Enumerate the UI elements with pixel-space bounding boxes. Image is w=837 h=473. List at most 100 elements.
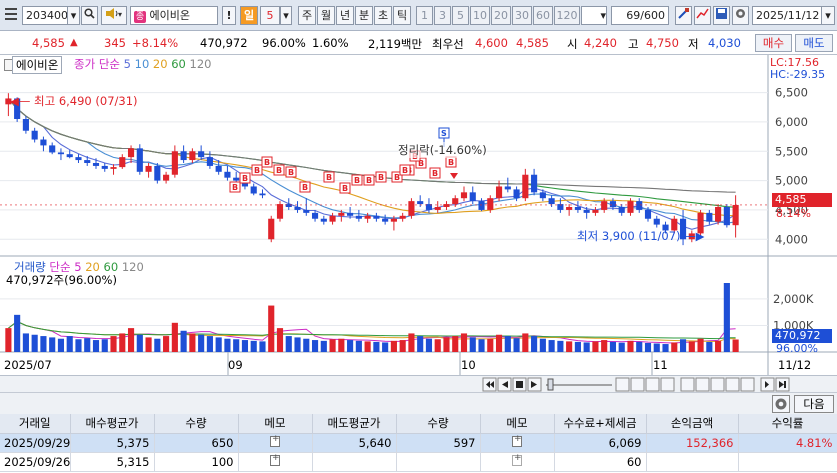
date-field[interactable]: 2025/11/12 — [752, 6, 822, 25]
volume-bar — [276, 328, 284, 352]
col-sell-qty: 수량 — [396, 414, 481, 434]
candle-body — [636, 201, 643, 210]
volume-bar — [574, 341, 581, 352]
stop-icon[interactable] — [512, 377, 527, 392]
col-return: 수익률 — [738, 414, 837, 434]
volume-ratio: 96.00% — [262, 36, 306, 50]
x-label-sep: 09 — [228, 358, 243, 372]
candle-body — [653, 218, 660, 225]
table-row[interactable]: 2025/09/26 5,315 100 60 — [0, 452, 837, 472]
trade-date: 2025/09/26 — [0, 452, 71, 472]
zoom-icons[interactable] — [615, 377, 755, 392]
volume-bar — [303, 338, 310, 352]
volume-bar — [259, 341, 266, 352]
candle-body — [329, 215, 336, 222]
period-week-button[interactable]: 주 — [298, 6, 316, 25]
buy-marker-glyph: B — [264, 158, 270, 167]
scroll-prev-icon[interactable] — [497, 377, 512, 392]
hc-indicator: HC:-29.35 — [770, 68, 826, 81]
candle-body — [163, 174, 170, 181]
settings-gear-icon[interactable] — [772, 395, 790, 413]
candle-body — [495, 186, 503, 199]
volume-bar — [338, 338, 345, 352]
candle-body — [460, 192, 468, 199]
chart-type-icon[interactable] — [694, 6, 711, 25]
tools-icon[interactable] — [675, 6, 692, 25]
scroll-next-icon[interactable] — [527, 377, 542, 392]
low-annotation: 최저 3,900 (11/07) —▶ — [577, 229, 705, 243]
volume-bar — [583, 342, 590, 352]
stock-name-field[interactable]: 종 에이비온 — [130, 6, 218, 25]
candle-body — [22, 119, 29, 131]
next-button[interactable]: 다음 — [794, 395, 834, 413]
calendar-dropdown[interactable]: ▾ — [821, 6, 835, 25]
memo-icon[interactable] — [512, 453, 522, 466]
stock-code-input[interactable]: 203400 — [22, 6, 68, 25]
minute-60-button[interactable]: 60 — [533, 6, 553, 25]
buy-button[interactable]: 매수 — [755, 34, 792, 52]
gear-icon[interactable] — [732, 6, 749, 25]
minute-1-button[interactable]: 1 — [416, 6, 433, 25]
chart-navigation — [0, 375, 837, 392]
period-dropdown[interactable]: ▾ — [280, 6, 292, 25]
blank-combo[interactable]: ▾ — [581, 6, 607, 25]
col-trade-date: 거래일 — [0, 414, 71, 434]
low-price: 4,030 — [708, 36, 741, 50]
price-change: 345 — [104, 36, 126, 50]
memo-add-icon[interactable] — [512, 434, 522, 447]
memo-add-icon[interactable] — [270, 434, 280, 447]
menu-icon[interactable] — [2, 6, 20, 25]
buy-avg: 5,315 — [70, 452, 155, 472]
turnover-ratio: 1.60% — [312, 36, 349, 50]
candle-body — [574, 207, 581, 210]
volume-bar — [206, 336, 213, 352]
minute-30-button[interactable]: 30 — [512, 6, 532, 25]
minute-5-button[interactable]: 5 — [452, 6, 469, 25]
code-dropdown-button[interactable]: ▾ — [67, 6, 80, 25]
alert-button[interactable]: ! — [222, 6, 236, 25]
volume-bar — [452, 336, 459, 352]
search-icon[interactable] — [81, 6, 98, 25]
candle-body — [303, 209, 310, 213]
minute-120-button[interactable]: 120 — [554, 6, 580, 25]
candle-count-field[interactable]: 69/600 — [611, 6, 669, 25]
candle-body — [101, 165, 108, 169]
fit-right-icon[interactable] — [760, 377, 775, 392]
candle-body — [347, 212, 354, 216]
candle-body — [145, 165, 152, 172]
sell-button[interactable]: 매도 — [795, 34, 833, 52]
period-month-button[interactable]: 월 — [317, 6, 335, 25]
volume-bar — [268, 305, 275, 352]
candle-body — [443, 204, 450, 207]
candle-body — [171, 151, 178, 175]
period-second-button[interactable]: 초 — [374, 6, 392, 25]
minute-10-button[interactable]: 10 — [470, 6, 490, 25]
buy-avg: 5,375 — [70, 433, 155, 453]
period-year-button[interactable]: 년 — [336, 6, 354, 25]
buy-marker-glyph: B — [394, 173, 400, 182]
minute-3-button[interactable]: 3 — [434, 6, 451, 25]
zoom-slider[interactable] — [546, 378, 612, 391]
period-minute-button[interactable]: 분 — [355, 6, 373, 25]
buy-qty: 100 — [154, 452, 239, 472]
ma-legend-10: 10 — [134, 57, 150, 71]
speaker-icon[interactable]: ▾ — [101, 6, 127, 25]
save-icon[interactable] — [713, 6, 730, 25]
table-row[interactable]: 2025/09/29 5,375 650 5,640 597 6,069 152… — [0, 433, 837, 453]
stock-badge-icon: 종 — [134, 11, 146, 23]
period-tick-button[interactable]: 틱 — [393, 6, 411, 25]
candle-body — [364, 215, 371, 219]
minute-20-button[interactable]: 20 — [491, 6, 511, 25]
chart-area[interactable]: 6,500 6,000 5,500 5,000 4,500 4,000 2,000K 1,00… — [0, 55, 837, 375]
scroll-end-icon[interactable] — [775, 377, 790, 392]
period-n-input[interactable]: 5 — [260, 6, 280, 25]
x-label-nov: 11 — [653, 358, 668, 372]
scroll-first-icon[interactable] — [482, 377, 497, 392]
period-day-button[interactable]: 일 — [240, 6, 258, 25]
memo-add-icon[interactable] — [270, 453, 280, 466]
candle-body — [224, 171, 231, 178]
candle-body — [250, 186, 257, 194]
volume-pct-tag: 96.00% — [776, 342, 818, 355]
candle-body — [66, 154, 73, 158]
volume-bar — [636, 341, 643, 352]
